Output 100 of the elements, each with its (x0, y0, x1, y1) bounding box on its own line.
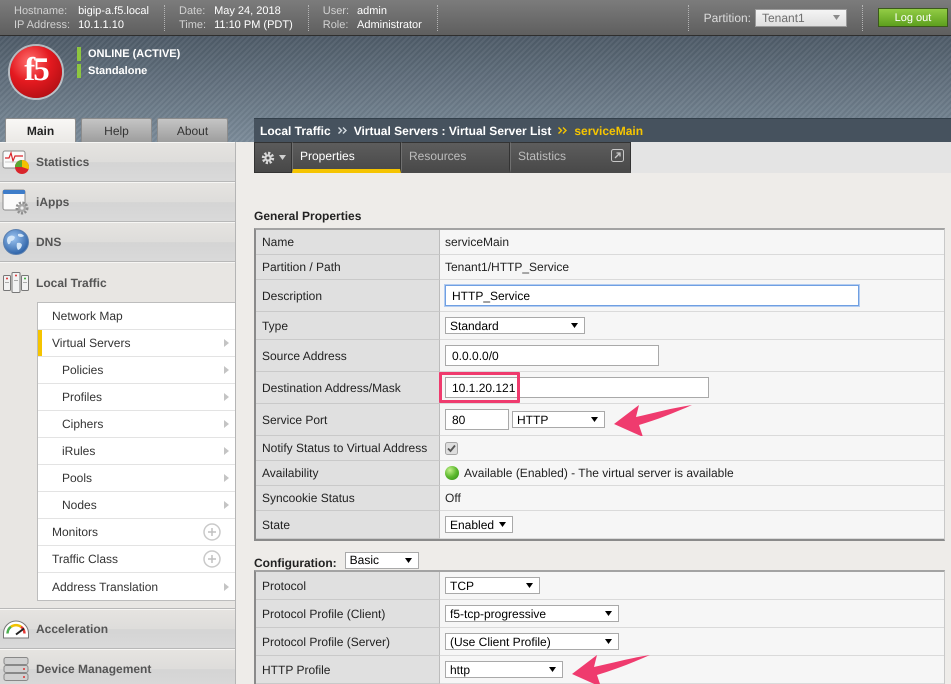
sidebar-section[interactable]: DNS (0, 222, 235, 262)
sidebar-item[interactable]: Policies (38, 357, 235, 384)
info-value: 11:10 PM (PDT) (214, 18, 293, 32)
globe-icon (3, 229, 29, 255)
info-label: Hostname: (14, 4, 68, 18)
dropdown[interactable]: (Use Client Profile) (445, 633, 619, 650)
sidebar-section[interactable]: Statistics (0, 142, 235, 182)
dropdown[interactable]: Enabled (445, 516, 513, 533)
caret-right-icon (224, 582, 229, 590)
property-label: Type (256, 312, 440, 340)
sidebar-item[interactable]: Traffic Class (38, 546, 235, 573)
property-value: Off (440, 486, 944, 511)
sidebar-item[interactable]: Monitors (38, 519, 235, 546)
caret-down-icon (499, 522, 506, 527)
sidebar-item[interactable]: Ciphers (38, 411, 235, 438)
sidebar-item[interactable]: Virtual Servers (38, 330, 235, 357)
sidebar-item[interactable]: Nodes (38, 492, 235, 519)
property-label: Protocol Profile (Server) (256, 628, 440, 656)
property-label: Notify Status to Virtual Address (256, 436, 440, 461)
server-stack-icon (3, 657, 29, 681)
partition-dropdown[interactable]: Tenant1 (755, 8, 847, 26)
caret-down-icon (605, 611, 612, 616)
info-value: admin (357, 4, 388, 18)
sidebar-item[interactable]: iRules (38, 438, 235, 465)
status-text: Available (Enabled) - The virtual server is available (464, 466, 734, 480)
breadcrumb-item: serviceMain (574, 124, 644, 138)
port-input[interactable]: 80 (445, 409, 509, 430)
caret-down-icon (833, 15, 840, 20)
property-value: serviceMain (440, 230, 944, 255)
gauge-icon (2, 620, 30, 638)
text-input[interactable]: HTTP_Service (445, 285, 859, 306)
property-label: Protocol (256, 572, 440, 600)
dropdown[interactable]: http (445, 661, 563, 678)
info-label: Role: (322, 18, 350, 32)
double-chevron-icon (558, 127, 568, 134)
breadcrumb-item[interactable]: Local Traffic (260, 124, 331, 138)
chart-icon (2, 150, 30, 174)
page-tab[interactable]: Statistics (510, 142, 631, 173)
sidebar-section[interactable]: Acceleration (0, 609, 235, 649)
caret-down-icon (549, 667, 556, 672)
caret-right-icon (224, 366, 229, 374)
caret-down-icon (605, 639, 612, 644)
caret-down-icon (404, 558, 412, 562)
caret-down-icon (526, 583, 533, 588)
status-marker-icon (77, 64, 81, 78)
caret-right-icon (224, 447, 229, 455)
gear-icon (260, 150, 274, 164)
info-label: Time: (179, 18, 206, 32)
sidebar-item[interactable]: Address Translation (38, 573, 235, 600)
caret-right-icon (224, 339, 229, 347)
page-tab[interactable]: Properties (292, 142, 401, 173)
property-label: Availability (256, 461, 440, 486)
dropdown[interactable]: Basic (344, 552, 419, 568)
status-text: ONLINE (ACTIVE) (88, 48, 180, 60)
caret-down-icon (591, 417, 598, 422)
info-value: Administrator (357, 18, 422, 32)
info-value: 10.1.1.10 (78, 18, 125, 32)
nav-tab[interactable]: Help (81, 118, 152, 142)
status-dot-icon (445, 466, 459, 480)
partition-label: Partition: (704, 10, 751, 24)
logo: f5 (10, 46, 62, 98)
sidebar-item[interactable]: Pools (38, 465, 235, 492)
nav-tab[interactable]: About (157, 118, 228, 142)
servers-icon (2, 272, 30, 293)
info-label: Date: (179, 4, 206, 18)
caret-down-icon (278, 155, 286, 160)
sidebar-section[interactable]: Device Management (0, 649, 235, 684)
property-value: Tenant1/HTTP_Service (440, 255, 944, 280)
section-title: General Properties (254, 209, 362, 223)
checkbox[interactable] (445, 442, 458, 454)
property-label: State (256, 511, 440, 539)
dropdown[interactable]: Standard (445, 317, 585, 334)
page-tab[interactable]: Resources (401, 142, 510, 173)
property-label: Syncookie Status (256, 486, 440, 511)
sidebar-section[interactable]: iApps (0, 182, 235, 222)
caret-right-icon (224, 393, 229, 401)
dropdown[interactable]: f5-tcp-progressive (445, 605, 619, 622)
caret-down-icon (571, 323, 578, 328)
dropdown[interactable]: HTTP (512, 411, 605, 428)
property-label: Description (256, 280, 440, 312)
breadcrumb-item[interactable]: Virtual Servers : Virtual Server List (354, 124, 552, 138)
info-label: IP Address: (14, 18, 70, 32)
double-chevron-icon (338, 127, 347, 134)
text-input[interactable]: 0.0.0.0/0 (445, 345, 659, 366)
caret-right-icon (224, 420, 229, 428)
caret-right-icon (224, 501, 229, 509)
sidebar-item[interactable]: Profiles (38, 384, 235, 411)
window-gear-icon (2, 189, 30, 215)
property-label: HTTP Profile (256, 656, 440, 684)
section-title: Configuration: (254, 556, 337, 570)
status-text: Standalone (88, 65, 148, 77)
property-label: Name (256, 230, 440, 255)
gear-menu-button[interactable] (254, 142, 292, 173)
property-label: Protocol Profile (Client) (256, 600, 440, 628)
dropdown[interactable]: TCP (445, 577, 540, 594)
nav-tab[interactable]: Main (5, 118, 76, 142)
popout-icon[interactable] (611, 149, 624, 162)
property-label: Partition / Path (256, 255, 440, 280)
text-input[interactable]: 10.1.20.121 (445, 377, 709, 398)
sidebar-item[interactable]: Network Map (38, 303, 235, 330)
